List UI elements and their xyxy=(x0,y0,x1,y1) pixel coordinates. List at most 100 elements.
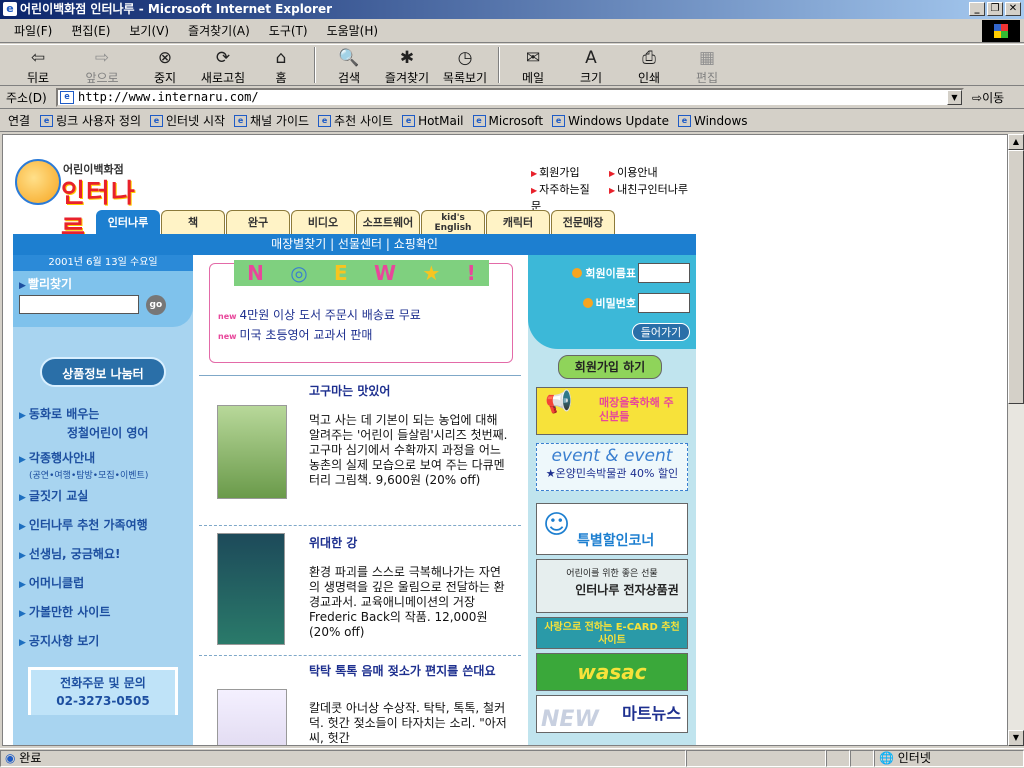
link-windows[interactable]: e Windows xyxy=(677,114,748,128)
page-viewport[interactable]: 어린이백화점 인터나루 회원가입이용안내 자주하는질문내친구인터나루 인터나루 … xyxy=(2,134,1008,746)
favorites-button[interactable]: ✱ 즐겨찾기 xyxy=(378,45,436,85)
opening-thanks-banner[interactable]: 📢 매장을축하해 주신분들 xyxy=(536,387,688,435)
edit-button[interactable]: ▦ 편집 xyxy=(678,45,736,85)
history-icon: ◷ xyxy=(457,48,473,68)
divider xyxy=(199,655,521,656)
book-cover-image[interactable] xyxy=(217,533,285,645)
menu-favorites[interactable]: 즐겨찾기(A) xyxy=(188,22,250,39)
menu-sites[interactable]: 가볼만한 사이트 xyxy=(19,603,193,632)
link-recommended-sites[interactable]: e 추천 사이트 xyxy=(318,112,393,129)
print-icon: ⎙ xyxy=(642,48,656,68)
history-button[interactable]: ◷ 목록보기 xyxy=(436,45,494,85)
forward-button[interactable]: ⇨ 앞으로 xyxy=(68,45,136,85)
new-item[interactable]: 4만원 이상 도서 주문시 배송료 무료 xyxy=(218,306,421,323)
quick-search-input[interactable] xyxy=(19,295,139,314)
scroll-down-button[interactable]: ▼ xyxy=(1008,730,1024,746)
menu-tools[interactable]: 도구(T) xyxy=(269,22,308,39)
link-page-icon: e xyxy=(472,114,486,127)
link-channel-guide[interactable]: e 채널 가이드 xyxy=(234,112,309,129)
scroll-thumb[interactable] xyxy=(1008,150,1024,404)
tab-kids-english[interactable]: kid's English xyxy=(421,210,485,234)
tab-internaru[interactable]: 인터나루 xyxy=(96,210,160,234)
menu-writing-class[interactable]: 글짓기 교실 xyxy=(19,487,193,516)
book-title[interactable]: 고구마는 맛있어 xyxy=(309,383,509,399)
top-links: 회원가입이용안내 자주하는질문내친구인터나루 xyxy=(531,165,688,215)
tab-specialty[interactable]: 전문매장 xyxy=(551,210,615,234)
megaphone-icon: 📢 xyxy=(545,390,573,415)
search-button[interactable]: 🔍 검색 xyxy=(320,45,378,85)
product-info-button[interactable]: 상품정보 나눔터 xyxy=(40,357,166,387)
login-button[interactable]: 들어가기 xyxy=(632,323,690,341)
home-button[interactable]: ⌂ 홈 xyxy=(252,45,310,85)
link-hotmail[interactable]: e HotMail xyxy=(402,114,464,128)
shopping-nav-bar[interactable]: 매장별찾기 | 선물센터 | 쇼핑확인 xyxy=(13,234,696,255)
wasac-banner[interactable]: wasac xyxy=(536,653,688,691)
link-customize[interactable]: e 링크 사용자 정의 xyxy=(40,112,141,129)
login-box: 회원이름표 비밀번호 들어가기 xyxy=(528,255,696,349)
join-banner[interactable]: 회원가입 하기 xyxy=(558,355,662,379)
status-panel xyxy=(850,750,874,767)
menu-file[interactable]: 파일(F) xyxy=(14,22,52,39)
menu-help[interactable]: 도움말(H) xyxy=(327,22,379,39)
special-discount-banner[interactable]: ☺ 특별할인코너 xyxy=(536,503,688,555)
back-button[interactable]: ⇦ 뒤로 xyxy=(8,45,68,85)
book-title[interactable]: 탁탁 톡톡 음매 젖소가 편지를 쓴대요 xyxy=(309,663,509,679)
link-internet-start[interactable]: e 인터넷 시작 xyxy=(150,112,225,129)
address-bar: 주소(D) e http://www.internaru.com/ ▼ ⇨이동 xyxy=(0,87,1024,109)
address-input[interactable]: e http://www.internaru.com/ xyxy=(56,88,964,107)
link-windows-update[interactable]: e Windows Update xyxy=(552,114,669,128)
favorites-icon: ✱ xyxy=(399,48,415,68)
tab-software[interactable]: 소프트웨어 xyxy=(356,210,420,234)
divider xyxy=(199,525,521,526)
font-size-button[interactable]: A 크기 xyxy=(562,45,620,85)
link-page-icon: e xyxy=(402,114,416,127)
mart-news-banner[interactable]: NEW 마트뉴스 xyxy=(536,695,688,733)
address-dropdown-button[interactable]: ▼ xyxy=(947,90,962,105)
member-id-input[interactable] xyxy=(638,263,690,283)
tab-books[interactable]: 책 xyxy=(161,210,225,234)
book-title[interactable]: 위대한 강 xyxy=(309,535,509,551)
new-item[interactable]: 미국 초등영어 교과서 판매 xyxy=(218,326,373,343)
quick-search-go-button[interactable]: go xyxy=(145,295,166,315)
ie-app-icon[interactable]: e xyxy=(3,2,17,16)
gift-certificate-banner[interactable]: 어린이를 위한 좋은 선물 인터나루 전자상품권 xyxy=(536,559,688,613)
stop-button[interactable]: ⊗ 중지 xyxy=(136,45,194,85)
refresh-button[interactable]: ⟳ 새로고침 xyxy=(194,45,252,85)
close-button[interactable]: ✕ xyxy=(1005,2,1021,16)
vertical-scrollbar[interactable]: ▲ ▼ xyxy=(1008,134,1024,746)
link-page-icon: e xyxy=(40,114,54,127)
stop-icon: ⊗ xyxy=(157,48,173,68)
quick-search-label: 빨리찾기 xyxy=(19,275,187,292)
link-page-icon: e xyxy=(677,114,691,127)
link-guide[interactable]: 이용안내 xyxy=(609,165,657,182)
print-button[interactable]: ⎙ 인쇄 xyxy=(620,45,678,85)
tab-toys[interactable]: 완구 xyxy=(226,210,290,234)
link-friends[interactable]: 내친구인터나루 xyxy=(609,182,688,215)
go-button[interactable]: ⇨이동 xyxy=(972,89,1004,106)
mail-button[interactable]: ✉ 메일 xyxy=(504,45,562,85)
menu-events-sub[interactable]: (공연•여행•탐방•모집•이벤트) xyxy=(19,468,193,481)
book-cover-image[interactable] xyxy=(217,405,287,499)
menu-edit[interactable]: 편집(E) xyxy=(71,22,110,39)
menu-family-trip[interactable]: 인터나루 추천 가족여행 xyxy=(19,516,193,545)
menu-view[interactable]: 보기(V) xyxy=(129,22,169,39)
ecard-banner[interactable]: 사랑으로 전하는 E-CARD 추천 사이트 xyxy=(536,617,688,649)
maximize-button[interactable]: ❐ xyxy=(987,2,1003,16)
event-banner[interactable]: event & event ★온양민속박물관 40% 할인 xyxy=(536,443,688,491)
scroll-up-button[interactable]: ▲ xyxy=(1008,134,1024,150)
tab-video[interactable]: 비디오 xyxy=(291,210,355,234)
book-cover-image[interactable] xyxy=(217,689,287,745)
menu-ask-teacher[interactable]: 선생님, 궁금해요! xyxy=(19,545,193,574)
left-menu: 동화로 배우는 정철어린이 영어 각종행사안내 (공연•여행•탐방•모집•이벤트… xyxy=(13,405,193,661)
minimize-button[interactable]: _ xyxy=(969,2,985,16)
password-input[interactable] xyxy=(638,293,690,313)
site-logo[interactable]: 어린이백화점 인터나루 xyxy=(13,153,153,246)
font-size-icon: A xyxy=(585,48,597,68)
tab-character[interactable]: 캐릭터 xyxy=(486,210,550,234)
spiral-icon: ◎ xyxy=(290,261,308,285)
menu-notices[interactable]: 공지사항 보기 xyxy=(19,632,193,661)
link-join[interactable]: 회원가입 xyxy=(531,165,595,182)
menu-mothers-club[interactable]: 어머니클럽 xyxy=(19,574,193,603)
menu-english-sub[interactable]: 정철어린이 영어 xyxy=(19,424,193,441)
link-microsoft[interactable]: e Microsoft xyxy=(472,114,543,128)
